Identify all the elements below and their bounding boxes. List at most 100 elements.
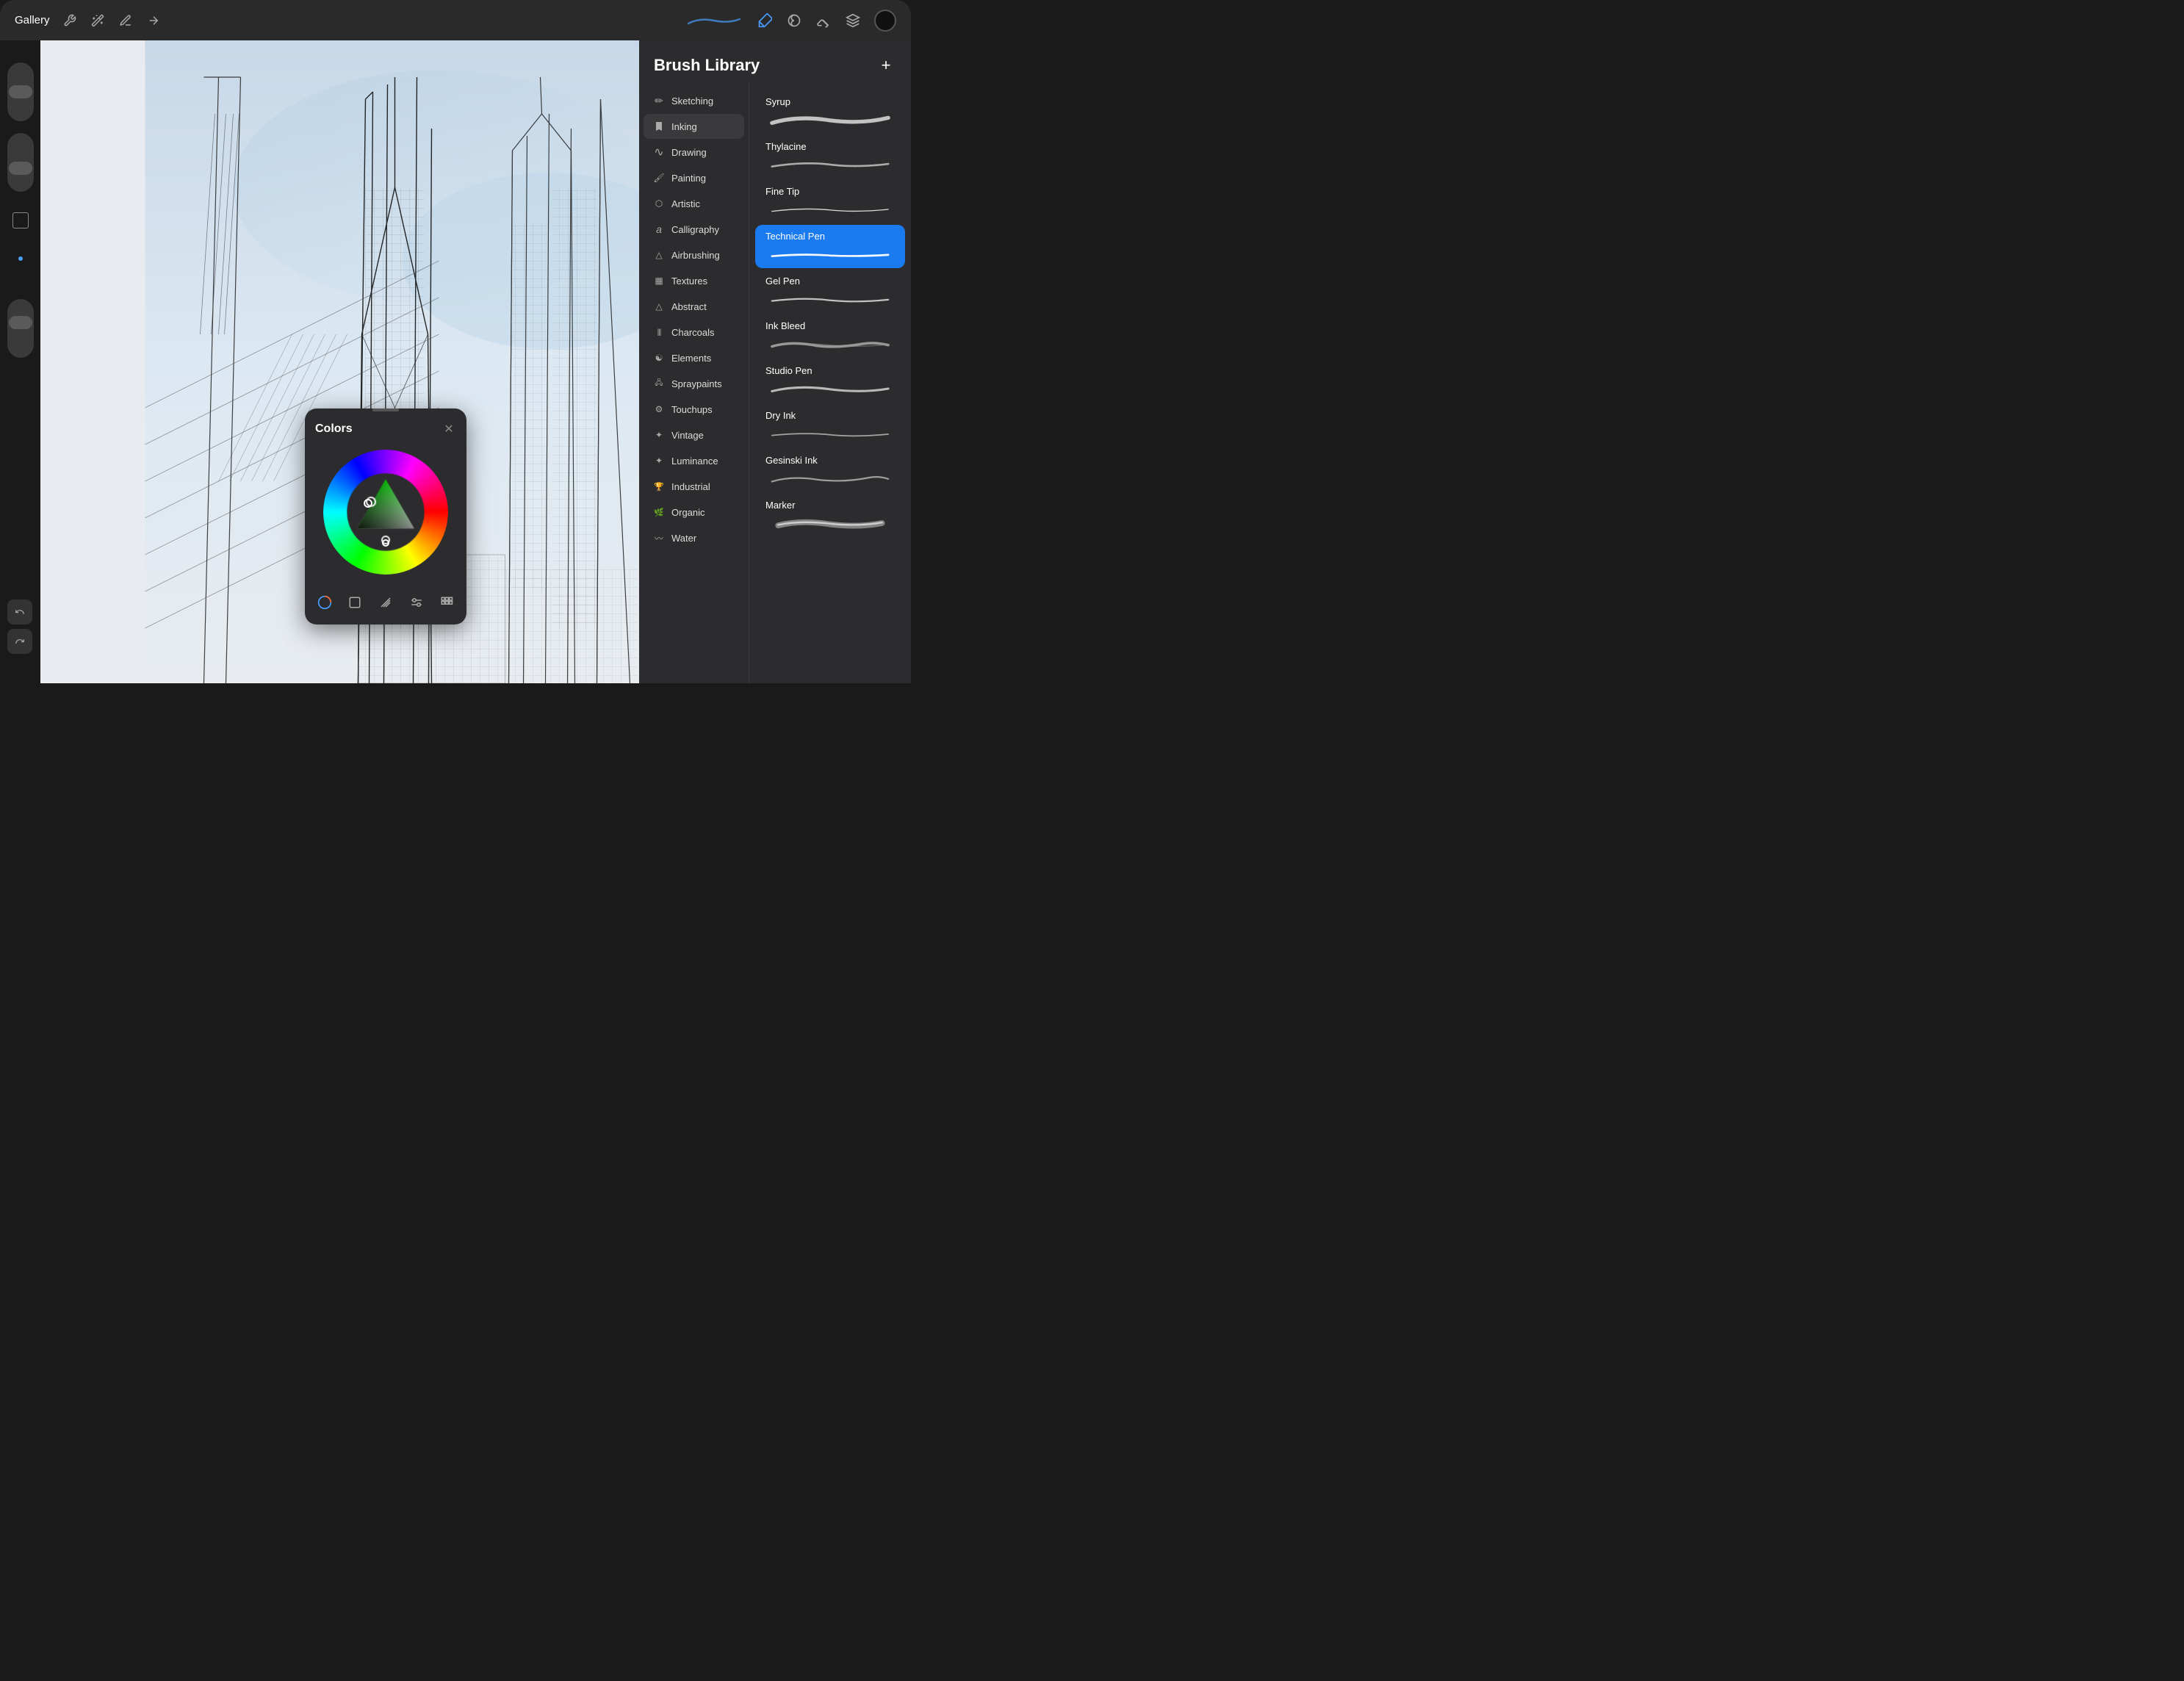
category-item-elements[interactable]: Elements <box>644 345 744 370</box>
brush-item-thylacine[interactable]: Thylacine <box>755 135 905 179</box>
painting-label: Painting <box>671 173 706 184</box>
brush-studio-pen-name: Studio Pen <box>765 365 895 376</box>
category-item-airbrushing[interactable]: Airbrushing <box>644 242 744 267</box>
textures-label: Textures <box>671 276 707 287</box>
canvas-area: Colors ✕ <box>0 40 911 683</box>
inking-category-icon <box>652 120 666 133</box>
category-item-artistic[interactable]: Artistic <box>644 191 744 216</box>
color-gradient-button[interactable] <box>376 591 395 614</box>
color-wheel-button[interactable] <box>315 591 334 614</box>
category-item-charcoals[interactable]: Charcoals <box>644 320 744 345</box>
category-item-industrial[interactable]: Industrial <box>644 474 744 499</box>
toolbar-right <box>685 10 896 32</box>
color-wheel[interactable] <box>323 450 448 575</box>
colors-panel: Colors ✕ <box>305 408 466 624</box>
redo-button[interactable] <box>7 629 32 654</box>
painting-category-icon <box>652 171 666 184</box>
brush-preview <box>685 13 743 28</box>
color-picker-circle[interactable] <box>874 10 896 32</box>
category-item-textures[interactable]: Textures <box>644 268 744 293</box>
brush-studio-pen-stroke <box>765 381 895 397</box>
sidebar-modifier-button[interactable] <box>12 212 29 228</box>
category-item-water[interactable]: Water <box>644 525 744 550</box>
toolbar-left: Gallery <box>15 12 162 29</box>
brush-item-studio-pen[interactable]: Studio Pen <box>755 359 905 403</box>
sketching-label: Sketching <box>671 96 713 107</box>
elements-label: Elements <box>671 353 711 364</box>
brush-tool-icon[interactable] <box>757 12 773 29</box>
brush-item-ink-bleed[interactable]: Ink Bleed <box>755 314 905 358</box>
sidebar-dots-indicator <box>18 256 23 278</box>
color-slider-button[interactable] <box>407 591 426 614</box>
organic-category-icon <box>652 505 666 519</box>
wrench-icon[interactable] <box>62 12 78 29</box>
brush-item-gesinski-ink[interactable]: Gesinski Ink <box>755 449 905 492</box>
vintage-label: Vintage <box>671 430 704 441</box>
inking-label: Inking <box>671 121 697 132</box>
drag-handle[interactable] <box>372 408 399 411</box>
brush-item-dry-ink[interactable]: Dry Ink <box>755 404 905 447</box>
brush-gel-pen-name: Gel Pen <box>765 276 895 287</box>
colors-header: Colors ✕ <box>305 414 466 442</box>
gallery-button[interactable]: Gallery <box>15 14 50 26</box>
color-wheel-container[interactable] <box>305 442 466 585</box>
category-item-organic[interactable]: Organic <box>644 500 744 525</box>
brush-dry-ink-name: Dry Ink <box>765 410 895 421</box>
calligraphy-label: Calligraphy <box>671 224 719 235</box>
brush-item-fine-tip[interactable]: Fine Tip <box>755 180 905 223</box>
smudge-tool-icon[interactable] <box>786 12 802 29</box>
airbrushing-category-icon <box>652 248 666 262</box>
touchups-label: Touchups <box>671 404 713 415</box>
organic-label: Organic <box>671 507 705 518</box>
brush-fine-tip-name: Fine Tip <box>765 186 895 197</box>
layers-icon[interactable] <box>845 12 861 29</box>
airbrushing-label: Airbrushing <box>671 250 720 261</box>
color-tools-row <box>305 585 466 624</box>
smudge-icon[interactable] <box>118 12 134 29</box>
brush-gel-pen-stroke <box>765 291 895 307</box>
eraser-icon[interactable] <box>815 12 832 29</box>
zoom-slider[interactable] <box>7 299 34 358</box>
category-item-inking[interactable]: Inking <box>644 114 744 139</box>
elements-category-icon <box>652 351 666 364</box>
colors-close-button[interactable]: ✕ <box>442 422 456 436</box>
category-item-spraypaints[interactable]: Spraypaints <box>644 371 744 396</box>
category-item-luminance[interactable]: Luminance <box>644 448 744 473</box>
category-item-vintage[interactable]: Vintage <box>644 422 744 447</box>
category-item-abstract[interactable]: Abstract <box>644 294 744 319</box>
brush-syrup-stroke <box>765 112 895 128</box>
add-brush-button[interactable]: + <box>876 55 896 76</box>
arrow-icon[interactable] <box>145 12 162 29</box>
brush-item-syrup[interactable]: Syrup <box>755 90 905 134</box>
category-item-calligraphy[interactable]: Calligraphy <box>644 217 744 242</box>
sketching-category-icon <box>652 94 666 107</box>
category-item-sketching[interactable]: Sketching <box>644 88 744 113</box>
category-item-drawing[interactable]: Drawing <box>644 140 744 165</box>
calligraphy-category-icon <box>652 223 666 236</box>
brush-technical-pen-stroke <box>765 246 895 262</box>
category-item-touchups[interactable]: Touchups <box>644 397 744 422</box>
brush-library-content: Sketching Inking Drawing Painti <box>639 83 911 683</box>
brush-item-marker[interactable]: Marker <box>755 494 905 537</box>
brush-marker-stroke <box>765 515 895 531</box>
color-square-button[interactable] <box>346 591 365 614</box>
category-item-painting[interactable]: Painting <box>644 165 744 190</box>
colors-title: Colors <box>315 422 353 436</box>
brush-ink-bleed-name: Ink Bleed <box>765 320 895 331</box>
main-toolbar: Gallery <box>0 0 911 40</box>
undo-button[interactable] <box>7 600 32 624</box>
industrial-label: Industrial <box>671 481 710 492</box>
spraypaints-category-icon <box>652 377 666 390</box>
wand-icon[interactable] <box>90 12 106 29</box>
brush-item-technical-pen[interactable]: Technical Pen <box>755 225 905 268</box>
opacity-slider[interactable] <box>7 133 34 192</box>
brush-size-slider[interactable] <box>7 62 34 121</box>
brush-thylacine-name: Thylacine <box>765 141 895 152</box>
drawing-label: Drawing <box>671 147 707 158</box>
brush-dry-ink-stroke <box>765 425 895 442</box>
luminance-category-icon <box>652 454 666 467</box>
brush-marker-name: Marker <box>765 500 895 511</box>
brush-item-gel-pen[interactable]: Gel Pen <box>755 270 905 313</box>
color-palette-button[interactable] <box>437 591 456 614</box>
spraypaints-label: Spraypaints <box>671 378 722 389</box>
